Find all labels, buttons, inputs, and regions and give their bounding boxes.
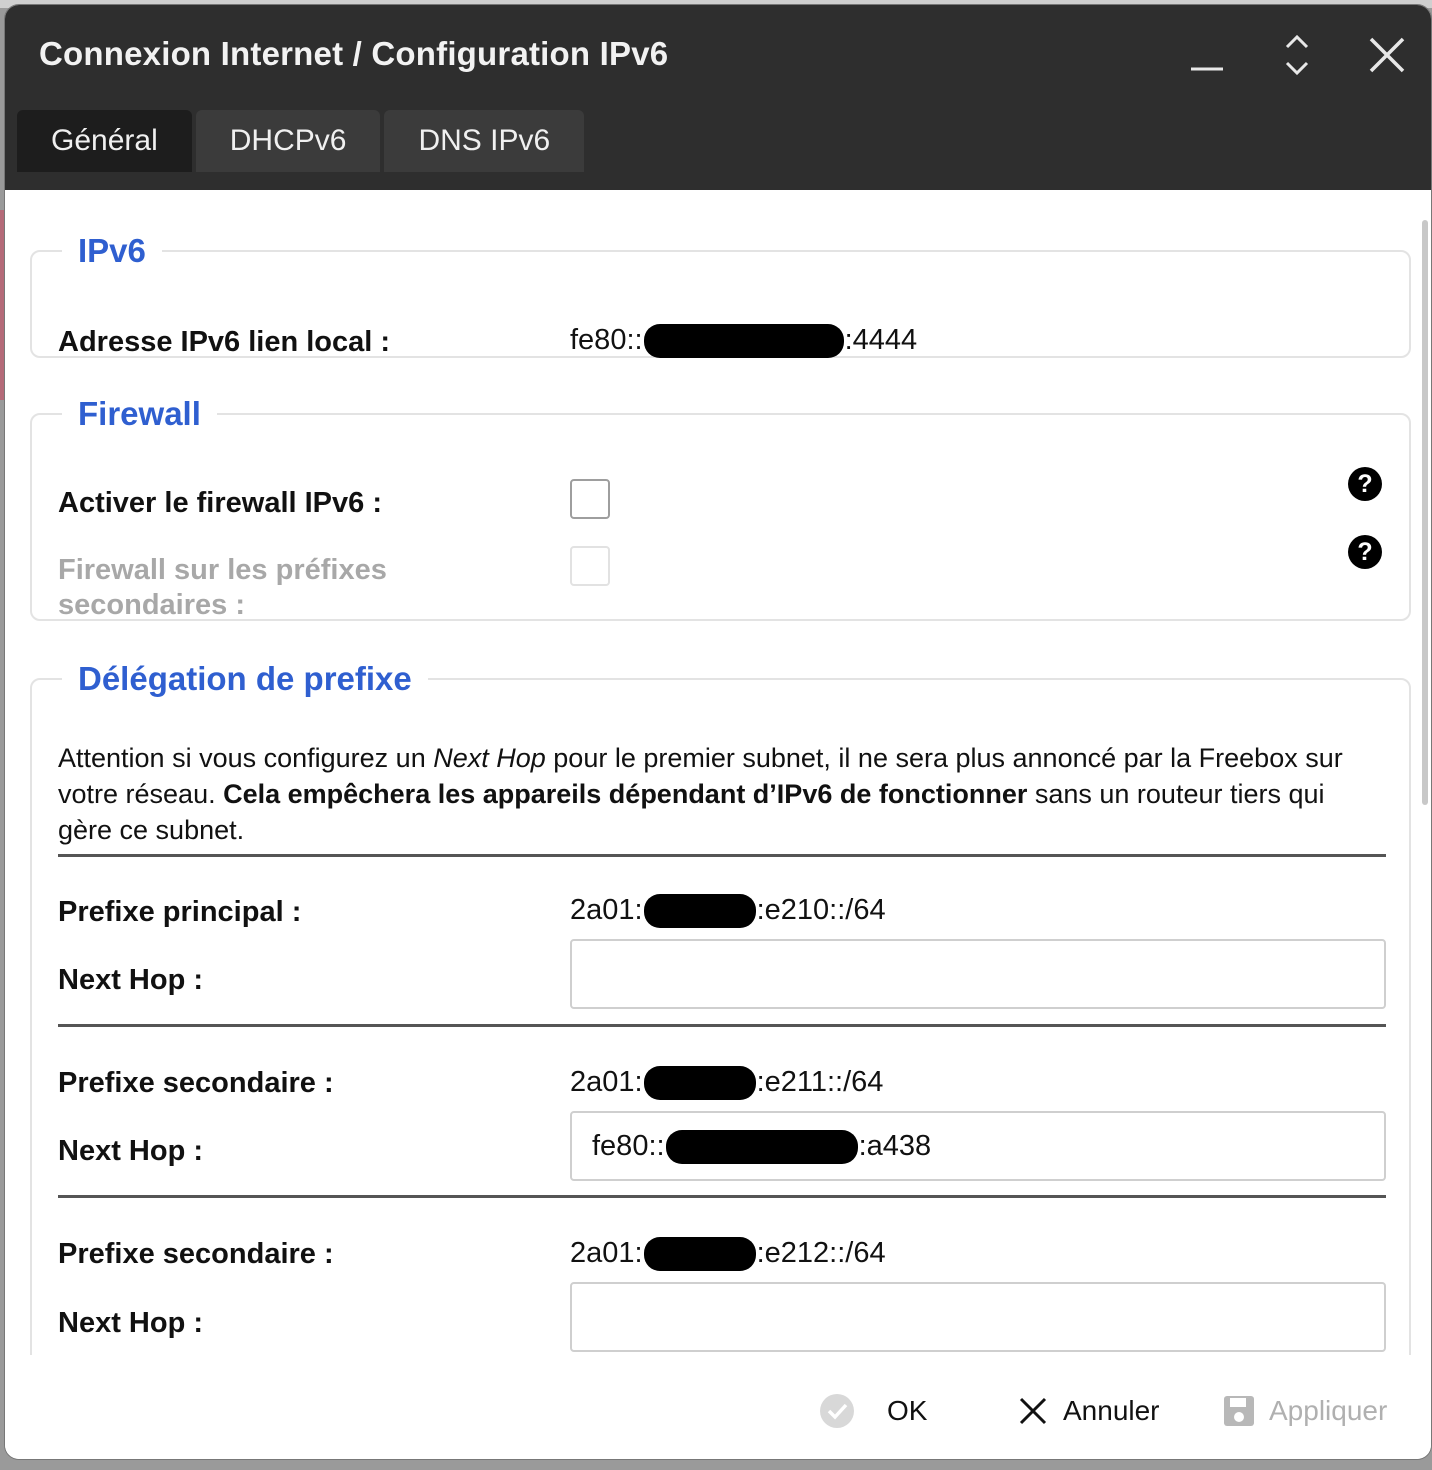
link-local-label: Adresse IPv6 lien local : xyxy=(58,326,391,358)
firewall-section: Firewall Activer le firewall IPv6 : ? Fi… xyxy=(30,395,1411,621)
dialog-footer: OK Annuler Appliquer xyxy=(5,1355,1431,1459)
check-circle-icon xyxy=(820,1394,854,1428)
tab-general[interactable]: Général xyxy=(17,110,192,172)
ok-label: OK xyxy=(887,1395,928,1426)
dialog-window: Connexion Internet / Configuration IPv6 … xyxy=(5,5,1431,1459)
prefix-principal-value: 2a01::e210::/64 xyxy=(570,894,886,929)
ipv6-section: IPv6 Adresse IPv6 lien local : fe80:::44… xyxy=(30,232,1411,359)
prefix-secondaire-label: Prefixe secondaire : xyxy=(58,1238,334,1270)
next-hop-label: Next Hop : xyxy=(58,1135,203,1167)
prefix-secondaire-label: Prefixe secondaire : xyxy=(58,1067,334,1099)
expand-button[interactable] xyxy=(1267,29,1327,89)
help-icon[interactable]: ? xyxy=(1348,535,1382,569)
tab-bar: Général DHCPv6 DNS IPv6 xyxy=(17,110,585,172)
redaction-mark xyxy=(665,1130,858,1165)
redaction-mark xyxy=(643,1066,756,1101)
prefix-secondaire-value: 2a01::e212::/64 xyxy=(570,1237,886,1272)
divider xyxy=(58,1195,1386,1198)
prefix-principal-label: Prefixe principal : xyxy=(58,896,302,928)
divider xyxy=(58,1024,1386,1027)
next-hop-input-1[interactable] xyxy=(570,939,1386,1009)
scrollbar[interactable] xyxy=(1422,220,1428,805)
delegation-notice: Attention si vous configurez un Next Hop… xyxy=(58,743,1343,845)
redaction-mark xyxy=(643,324,844,359)
divider xyxy=(58,854,1386,857)
tab-dns-ipv6[interactable]: DNS IPv6 xyxy=(384,110,585,172)
ipv6-legend: IPv6 xyxy=(78,232,146,269)
firewall-secondary-checkbox[interactable] xyxy=(570,546,610,586)
firewall-enable-label: Activer le firewall IPv6 : xyxy=(58,487,382,519)
next-hop-input-3[interactable] xyxy=(570,1282,1386,1352)
help-icon[interactable]: ? xyxy=(1348,467,1382,501)
title-bar: Connexion Internet / Configuration IPv6 … xyxy=(5,5,1431,190)
firewall-legend: Firewall xyxy=(78,395,201,432)
cancel-button[interactable]: Annuler xyxy=(1015,1393,1160,1429)
prefix-delegation-section: Délégation de prefixe Attention si vous … xyxy=(30,660,1411,1355)
prefix-secondaire-value: 2a01::e211::/64 xyxy=(570,1066,883,1101)
save-icon xyxy=(1224,1396,1254,1426)
minimize-icon xyxy=(1191,67,1223,71)
close-button[interactable] xyxy=(1357,29,1417,89)
firewall-enable-checkbox[interactable] xyxy=(570,479,610,519)
cancel-label: Annuler xyxy=(1063,1395,1160,1426)
apply-label: Appliquer xyxy=(1269,1395,1388,1426)
apply-button[interactable]: Appliquer xyxy=(1221,1393,1387,1429)
firewall-secondary-label: Firewall sur les préfixes secondaires : xyxy=(58,554,387,621)
ok-button[interactable]: OK xyxy=(819,1393,927,1429)
next-hop-input-2[interactable]: fe80:::a438 xyxy=(570,1111,1386,1181)
tab-dhcpv6[interactable]: DHCPv6 xyxy=(195,110,381,172)
redaction-mark xyxy=(643,894,756,929)
link-local-value: fe80:::4444 xyxy=(570,324,917,359)
redaction-mark xyxy=(643,1237,756,1272)
next-hop-label: Next Hop : xyxy=(58,1307,203,1339)
close-icon xyxy=(1019,1397,1047,1425)
close-icon xyxy=(1369,37,1405,73)
window-title: Connexion Internet / Configuration IPv6 xyxy=(39,35,669,72)
delegation-legend: Délégation de prefixe xyxy=(78,660,412,697)
dialog-content: IPv6 Adresse IPv6 lien local : fe80:::44… xyxy=(5,190,1431,1355)
expand-icon xyxy=(1285,34,1309,76)
next-hop-label: Next Hop : xyxy=(58,964,203,996)
minimize-button[interactable] xyxy=(1177,29,1237,89)
